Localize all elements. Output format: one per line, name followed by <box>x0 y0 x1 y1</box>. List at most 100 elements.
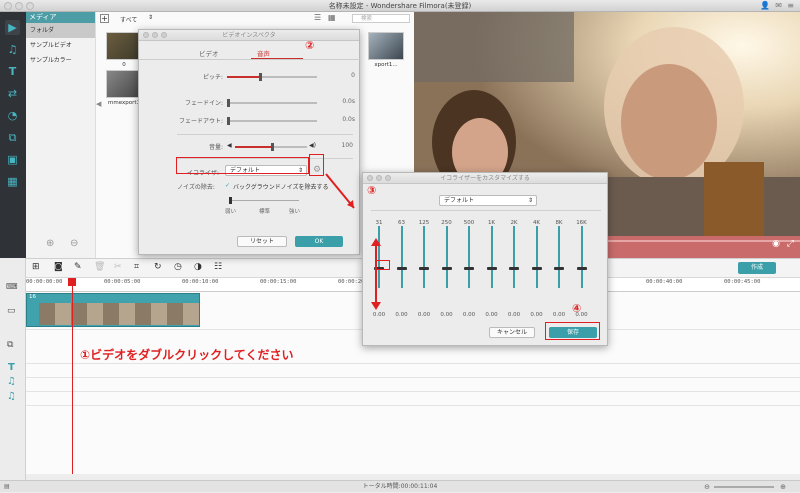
overlay-track-icon[interactable]: ⧉ <box>7 340 13 350</box>
export-button[interactable]: 作成 <box>738 262 776 274</box>
eq-band-knob[interactable] <box>509 267 519 270</box>
menu-icon[interactable]: ≡ <box>787 0 794 12</box>
noise-checkbox-label[interactable]: バックグラウンドノイズを除去する <box>233 182 328 191</box>
eq-band-knob[interactable] <box>486 267 497 270</box>
eq-band-slider[interactable] <box>576 226 587 306</box>
fade-out-knob[interactable] <box>227 117 230 125</box>
search-input[interactable]: 検索 <box>352 14 410 23</box>
text-track-icon[interactable]: T <box>8 362 15 373</box>
eq-band-knob[interactable] <box>554 267 564 270</box>
delete-icon[interactable]: 🗑 <box>94 262 105 272</box>
eq-band-track <box>490 226 493 288</box>
fade-in-slider[interactable]: フェードイン: 0.0s <box>139 98 361 108</box>
crop-icon[interactable]: ⌗ <box>134 262 139 272</box>
video-clip[interactable]: 16 <box>26 293 200 327</box>
chevron-updown-icon[interactable]: ⇕ <box>148 14 153 21</box>
pitch-knob[interactable] <box>259 73 262 81</box>
media-item-folder[interactable]: フォルダ <box>26 23 95 38</box>
remove-folder-icon[interactable]: ⊖ <box>70 238 78 249</box>
adjust-icon[interactable]: ☷ <box>214 262 222 272</box>
eq-band-slider[interactable] <box>486 226 497 306</box>
color-icon[interactable]: ◑ <box>194 262 202 272</box>
playhead[interactable] <box>72 278 73 474</box>
eq-band-knob[interactable] <box>441 267 452 270</box>
eq-band-slider[interactable] <box>441 226 452 306</box>
eq-preset-select[interactable]: デフォルト ⇕ <box>439 195 537 206</box>
zoom-out-icon[interactable]: ⊖ <box>704 481 710 493</box>
dialog-zoom-button[interactable] <box>161 32 167 38</box>
media-thumb-1[interactable] <box>106 70 142 98</box>
music-icon[interactable]: ♫ <box>5 42 20 57</box>
eq-band-knob[interactable] <box>576 267 587 270</box>
ok-button[interactable]: OK <box>295 236 343 247</box>
media-icon[interactable]: ▶ <box>5 20 20 35</box>
music-track-icon[interactable]: ♫ <box>7 376 16 387</box>
search-placeholder: 検索 <box>361 16 373 22</box>
playhead-handle[interactable] <box>68 278 76 286</box>
minimize-window-button[interactable] <box>15 2 23 10</box>
grid-view-icon[interactable]: ▦ <box>328 13 336 22</box>
import-icon[interactable]: + <box>100 14 109 23</box>
noise-level-knob[interactable] <box>229 197 232 204</box>
element-icon[interactable]: ▣ <box>5 152 20 167</box>
eq-band-slider[interactable] <box>464 226 474 306</box>
record-icon[interactable]: ⊞ <box>32 262 40 272</box>
sort-icon[interactable]: ☰ <box>314 13 321 22</box>
filter-icon[interactable]: ⇄ <box>5 86 20 101</box>
volume-slider[interactable]: 音量: ◀ ◀) 100 <box>139 142 361 152</box>
split-icon[interactable]: ✂ <box>114 262 122 272</box>
dialog-close-button[interactable] <box>143 32 149 38</box>
snapshot-icon[interactable]: ◉ <box>772 239 780 249</box>
media-thumb-0[interactable] <box>106 32 142 60</box>
transition-icon[interactable]: ⧉ <box>5 130 20 145</box>
cancel-button[interactable]: キャンセル <box>489 327 535 338</box>
user-icon[interactable]: 👤 <box>760 0 770 12</box>
music-track2-icon[interactable]: ♫ <box>7 391 16 402</box>
dialog-minimize-button[interactable] <box>152 32 158 38</box>
text-icon[interactable]: T <box>5 64 20 79</box>
eq-band-slider[interactable] <box>554 226 564 306</box>
speed-icon[interactable]: ◷ <box>174 262 182 272</box>
eq-band-knob[interactable] <box>419 267 429 270</box>
arrow-up-down <box>371 238 381 310</box>
pitch-slider[interactable]: ピッチ: 0 <box>139 72 361 82</box>
eq-band-slider[interactable] <box>509 226 519 306</box>
video-track-icon[interactable]: ▭ <box>7 306 16 316</box>
fullscreen-icon[interactable]: ⤢ <box>787 239 794 249</box>
tab-video[interactable]: ビデオ <box>199 48 219 58</box>
track-settings-icon[interactable]: ⌨ <box>6 282 18 291</box>
annotation-1: ①ビデオをダブルクリックしてください <box>80 348 294 362</box>
filter-select[interactable]: すべて <box>120 15 137 24</box>
zoom-fit-icon[interactable]: ▤ <box>4 481 10 493</box>
rotate-icon[interactable]: ↻ <box>154 262 162 272</box>
eq-band-knob[interactable] <box>396 267 407 270</box>
split-screen-icon[interactable]: ▦ <box>5 174 20 189</box>
eq-band-slider[interactable] <box>531 226 542 306</box>
pen-icon[interactable]: ✎ <box>74 262 82 272</box>
eq-zoom-button[interactable] <box>385 175 391 181</box>
media-item-sample-color[interactable]: サンプルカラー <box>26 53 95 68</box>
camera-icon[interactable]: ◙ <box>54 262 63 272</box>
eq-band-track <box>513 226 515 288</box>
eq-band-knob[interactable] <box>531 267 542 270</box>
add-folder-icon[interactable]: ⊕ <box>46 238 54 249</box>
volume-knob[interactable] <box>271 143 274 151</box>
checkbox-icon[interactable]: ✓ <box>225 182 230 189</box>
noise-level-slider[interactable] <box>229 200 299 201</box>
eq-band-knob[interactable] <box>464 267 474 270</box>
zoom-slider[interactable] <box>714 486 774 488</box>
media-item-sample-video[interactable]: サンプルビデオ <box>26 38 95 53</box>
cart-icon[interactable]: ✉ <box>775 0 782 12</box>
zoom-in-icon[interactable]: ⊕ <box>780 481 786 493</box>
eq-band-slider[interactable] <box>419 226 429 306</box>
fade-out-slider[interactable]: フェードアウト: 0.0s <box>139 116 361 126</box>
reset-button[interactable]: リセット <box>237 236 287 247</box>
eq-band-slider[interactable] <box>396 226 407 306</box>
collapse-panel-icon[interactable]: ◀ <box>96 100 101 108</box>
media-thumb-2[interactable] <box>368 32 404 60</box>
overlay-icon[interactable]: ◔ <box>5 108 20 123</box>
tab-audio[interactable]: 音声 <box>257 48 270 58</box>
close-window-button[interactable] <box>4 2 12 10</box>
fade-in-knob[interactable] <box>227 99 230 107</box>
zoom-window-button[interactable] <box>26 2 34 10</box>
